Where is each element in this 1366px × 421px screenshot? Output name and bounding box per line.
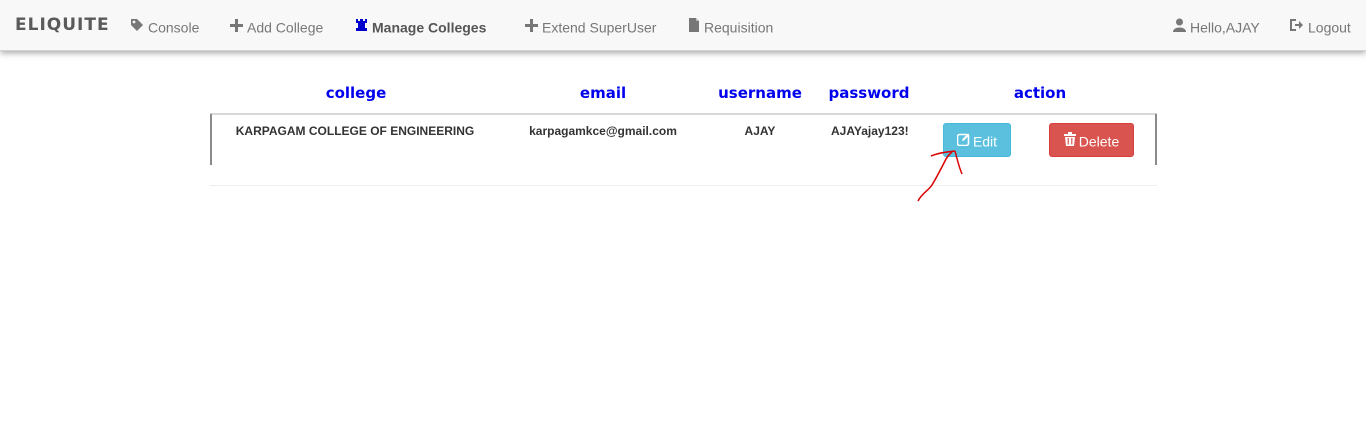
nav-manage-colleges-label: Manage Colleges	[372, 19, 487, 36]
nav-extend-superuser[interactable]: Extend SuperUser	[525, 16, 656, 36]
col-header-username: username	[718, 84, 802, 102]
delete-button[interactable]: Delete	[1049, 123, 1134, 157]
nav-manage-colleges[interactable]: Manage Colleges	[355, 16, 486, 36]
trash-icon	[1063, 125, 1076, 157]
nav-console[interactable]: Console	[130, 16, 199, 36]
row-border-left	[210, 114, 212, 165]
row-border-right	[1155, 114, 1157, 165]
logout-icon	[1289, 17, 1304, 37]
user-icon	[1173, 17, 1186, 37]
col-header-college: college	[325, 84, 387, 102]
table-divider	[210, 113, 1157, 115]
tag-icon	[130, 17, 144, 37]
cell-college: KARPAGAM COLLEGE OF ENGINEERING	[235, 124, 475, 138]
col-header-action: action	[1013, 84, 1067, 102]
nav-console-label: Console	[148, 19, 200, 36]
chess-tower-icon	[355, 17, 368, 37]
nav-user-label: Hello,AJAY	[1190, 19, 1260, 36]
nav-logout[interactable]: Logout	[1289, 16, 1351, 36]
nav-requisition[interactable]: Requisition	[688, 16, 773, 36]
nav-add-college[interactable]: Add College	[230, 16, 323, 36]
delete-button-label: Delete	[1078, 133, 1120, 150]
annotation-arrow	[917, 150, 963, 202]
brand-logo[interactable]: ELIQUITE	[15, 15, 110, 35]
col-header-password: password	[828, 84, 910, 102]
cell-password: AJAYajay123!	[831, 124, 909, 138]
edit-button-label: Edit	[972, 133, 998, 150]
nav-user-greeting[interactable]: Hello,AJAY	[1173, 16, 1260, 36]
plus-icon	[230, 17, 243, 37]
nav-logout-label: Logout	[1308, 19, 1351, 36]
navbar: ELIQUITE Console Add College Manage Coll…	[0, 0, 1366, 51]
plus-icon	[525, 17, 538, 37]
nav-extend-superuser-label: Extend SuperUser	[542, 19, 657, 36]
col-header-email: email	[579, 84, 627, 102]
nav-requisition-label: Requisition	[704, 19, 774, 36]
table-divider	[210, 185, 1157, 186]
cell-username: AJAY	[744, 124, 776, 138]
nav-add-college-label: Add College	[247, 19, 324, 36]
cell-email: karpagamkce@gmail.com	[529, 124, 677, 138]
file-icon	[688, 17, 700, 37]
